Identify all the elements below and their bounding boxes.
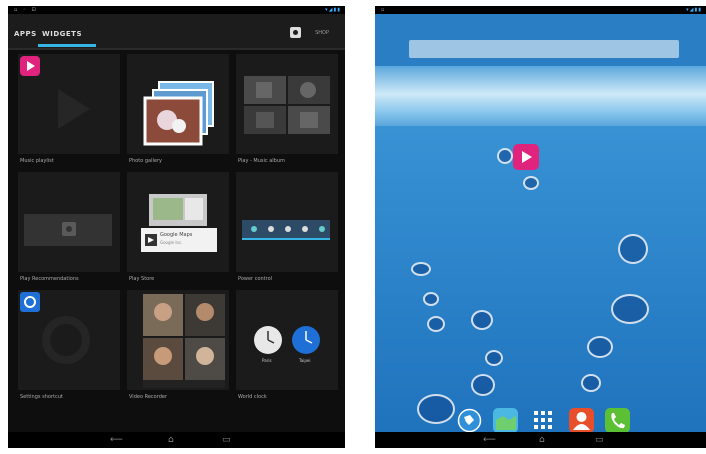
water-drop — [411, 262, 431, 276]
notification-icons: ▫ ◦ ⊡ — [14, 7, 38, 13]
store-app-publisher: Google Inc. — [160, 240, 183, 245]
widget-label: Play Store — [129, 276, 155, 282]
widget-preview — [18, 172, 120, 272]
tab-widgets[interactable]: WIDGETS — [42, 30, 82, 38]
widget-cell[interactable]: Music playlist — [18, 54, 120, 172]
widget-label: Video Recorder — [129, 394, 168, 400]
widget-label: Play Recommendations — [20, 276, 79, 282]
widget-cell[interactable]: Play Recommendations — [18, 172, 120, 290]
widget-cell[interactable]: Google Maps Google Inc. Play Store — [127, 172, 229, 290]
water-drop — [611, 294, 649, 324]
clock-city-2: Taipei — [299, 358, 311, 363]
back-icon[interactable]: ⟵ — [110, 436, 123, 445]
widget-preview — [236, 54, 338, 154]
tab-apps[interactable]: APPS — [14, 30, 37, 38]
home-icon[interactable]: ⌂ — [168, 436, 174, 445]
wallpaper-water — [375, 126, 706, 432]
status-icons: ▾◢▮▮ — [325, 7, 341, 13]
browser-icon[interactable] — [457, 408, 482, 433]
all-apps-icon[interactable] — [531, 408, 556, 433]
water-drop — [581, 374, 601, 392]
recents-icon[interactable]: ▭ — [595, 436, 604, 445]
widget-cell[interactable]: Photo gallery — [127, 54, 229, 172]
water-drop — [471, 374, 495, 396]
music-album-grid-icon — [244, 76, 330, 134]
music-app-icon[interactable] — [513, 144, 539, 170]
widget-preview — [18, 54, 120, 154]
water-drop — [471, 310, 493, 330]
home-icon[interactable]: ⌂ — [539, 436, 545, 445]
back-icon[interactable]: ⟵ — [483, 436, 496, 445]
store-app-title: Google Maps — [160, 232, 193, 238]
phone-icon[interactable] — [605, 408, 630, 433]
status-bar: ▫ ▾◢▮▮ — [375, 6, 706, 14]
widget-label: Music playlist — [20, 158, 54, 164]
widget-preview: Google Maps Google Inc. — [127, 172, 229, 272]
water-drop — [587, 336, 613, 358]
status-icons: ▾◢▮▮ — [686, 7, 702, 13]
widget-preview — [236, 172, 338, 272]
widget-preview — [127, 290, 229, 390]
widget-label: World clock — [238, 394, 267, 400]
home-screen: ▫ ▾◢▮▮ ⟵ ⌂ ▭ — [375, 6, 706, 448]
water-drop — [427, 316, 445, 332]
search-bar[interactable] — [409, 40, 679, 58]
water-drop — [618, 234, 648, 264]
shop-icon[interactable] — [290, 27, 301, 38]
power-control-icon — [242, 220, 330, 240]
play-store-preview — [141, 194, 217, 252]
photo-stack-icon — [143, 81, 214, 146]
tab-bar: APPS WIDGETS SHOP — [8, 14, 345, 50]
widget-preview — [127, 54, 229, 154]
widget-label: Power control — [238, 276, 273, 282]
notification-icons: ▫ — [381, 7, 387, 13]
shop-label[interactable]: SHOP — [315, 30, 329, 36]
clock-city-1: Paris — [262, 358, 272, 363]
contacts-icon[interactable] — [569, 408, 594, 433]
water-drop — [417, 394, 455, 424]
widget-preview — [18, 290, 120, 390]
contacts-photo-grid — [143, 294, 225, 388]
water-drop — [423, 292, 439, 306]
widget-label: Play - Music album — [238, 158, 285, 164]
widget-cell[interactable]: Video Recorder — [127, 290, 229, 408]
status-bar: ▫ ◦ ⊡ ▾◢▮▮ — [8, 6, 345, 14]
water-drop — [497, 148, 513, 164]
widget-label: Settings shortcut — [20, 394, 63, 400]
shopping-bag-icon — [24, 214, 112, 246]
widget-cell[interactable]: Play - Music album — [236, 54, 338, 172]
widget-cell[interactable]: Settings shortcut — [18, 290, 120, 408]
widget-preview: Paris Taipei — [236, 290, 338, 390]
water-drop — [485, 350, 503, 366]
widget-cell[interactable]: Paris Taipei World clock — [236, 290, 338, 408]
maps-icon[interactable] — [493, 408, 518, 433]
widget-label: Photo gallery — [129, 158, 162, 164]
world-clock-icon — [254, 326, 320, 354]
music-widget-preview — [20, 56, 90, 129]
widget-drawer-screen: ▫ ◦ ⊡ ▾◢▮▮ APPS WIDGETS SHOP Music playl… — [8, 6, 345, 448]
water-drop — [523, 176, 539, 190]
widget-cell[interactable]: Power control — [236, 172, 338, 290]
settings-icon — [20, 292, 90, 364]
navigation-bar: ⟵ ⌂ ▭ — [8, 432, 345, 448]
recents-icon[interactable]: ▭ — [222, 436, 231, 445]
active-tab-indicator — [38, 44, 96, 47]
navigation-bar: ⟵ ⌂ ▭ — [375, 432, 706, 448]
